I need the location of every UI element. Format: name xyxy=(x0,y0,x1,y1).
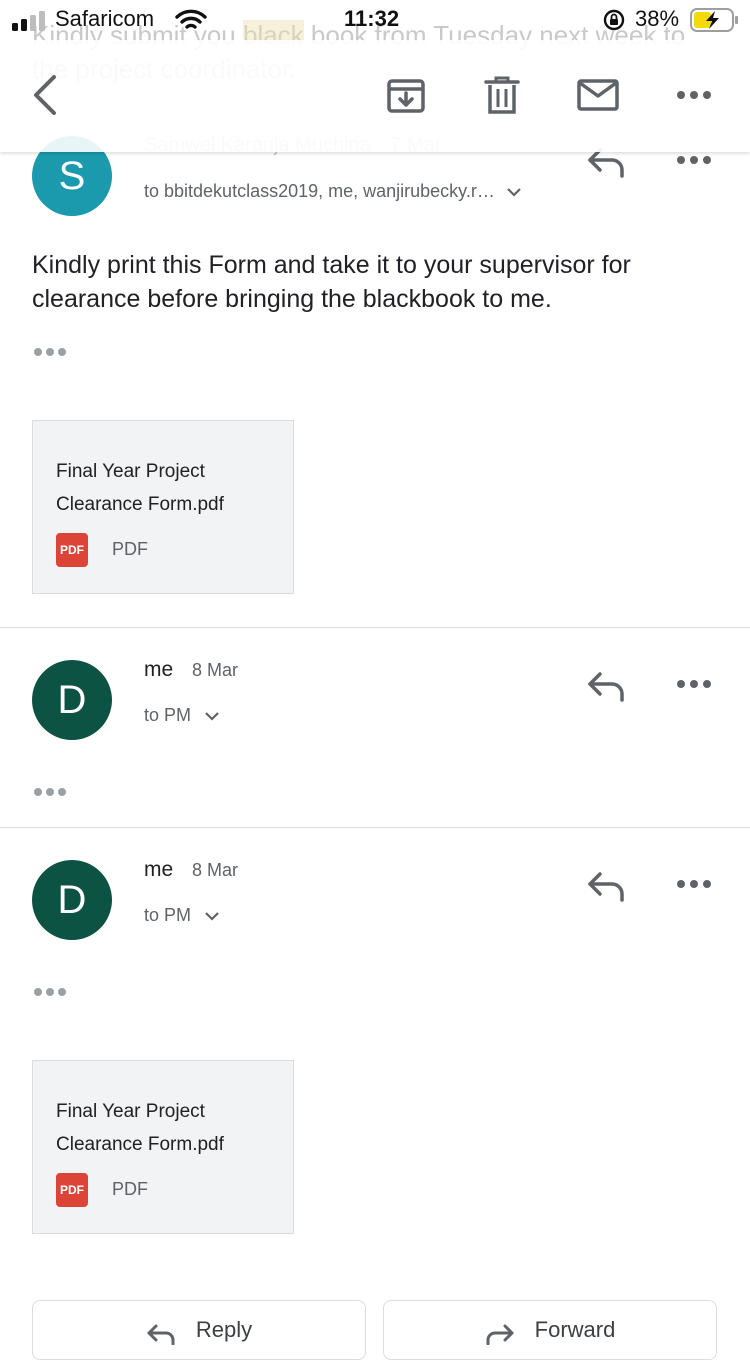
delete-icon xyxy=(484,76,520,114)
recipients-toggle[interactable]: to PM xyxy=(144,705,220,726)
forward-label: Forward xyxy=(534,1317,616,1342)
reply-button[interactable] xyxy=(584,664,628,708)
mail-icon xyxy=(577,79,619,111)
recipients-text: to PM xyxy=(144,705,192,725)
sender-name: me xyxy=(144,658,174,681)
reply-button[interactable] xyxy=(584,864,628,908)
message-divider xyxy=(0,627,750,628)
recipients-toggle[interactable]: to bbitdekutclass2019, me, wanjirubecky.… xyxy=(144,181,522,202)
chevron-down-icon xyxy=(205,912,219,921)
attachment-filename: Final Year Project Clearance Form.pdf xyxy=(56,461,224,515)
top-app-bar xyxy=(0,40,750,152)
more-icon xyxy=(677,880,711,888)
show-trimmed-content-button[interactable] xyxy=(34,784,74,800)
message-date: 8 Mar xyxy=(192,660,239,680)
show-trimmed-content-button[interactable] xyxy=(34,984,74,1000)
sender-name: me xyxy=(144,858,174,881)
clock: 11:32 xyxy=(344,6,400,31)
status-bar: Safaricom 11:32 38% xyxy=(0,0,750,40)
reply-icon xyxy=(588,672,624,702)
more-options-button[interactable] xyxy=(669,70,719,120)
attachment-type: PDF xyxy=(112,539,148,559)
message-date: 8 Mar xyxy=(192,860,239,880)
forward-icon xyxy=(486,1324,514,1345)
message-more-button[interactable] xyxy=(672,662,716,706)
more-icon xyxy=(677,680,711,688)
recipients-toggle[interactable]: to PM xyxy=(144,905,220,926)
chevron-down-icon xyxy=(205,712,219,721)
avatar-letter: D xyxy=(57,677,87,722)
pdf-icon: PDF xyxy=(56,533,88,567)
back-button[interactable] xyxy=(20,70,70,120)
message-divider xyxy=(0,827,750,828)
carrier-name: Safaricom xyxy=(55,6,155,31)
signal-icon xyxy=(12,11,45,31)
archive-icon xyxy=(387,79,425,113)
attachment-card[interactable]: Final Year Project Clearance Form.pdf PD… xyxy=(32,420,294,594)
message-body: Kindly print this Form and take it to yo… xyxy=(32,251,631,313)
show-trimmed-content-button[interactable] xyxy=(34,344,74,360)
reply-icon xyxy=(588,872,624,902)
back-arrow-icon xyxy=(34,75,56,115)
sender-avatar[interactable]: D xyxy=(32,860,112,940)
attachment-card[interactable]: Final Year Project Clearance Form.pdf PD… xyxy=(32,1060,294,1234)
pdf-icon: PDF xyxy=(56,1173,88,1207)
delete-button[interactable] xyxy=(477,70,527,120)
wifi-icon xyxy=(175,9,207,29)
mark-unread-button[interactable] xyxy=(573,70,623,120)
message-more-button[interactable] xyxy=(672,862,716,906)
more-icon xyxy=(677,91,711,99)
avatar-letter: D xyxy=(57,877,87,922)
avatar-letter: S xyxy=(58,153,86,198)
sender-avatar[interactable]: D xyxy=(32,660,112,740)
reply-all-button[interactable]: Reply xyxy=(32,1300,366,1360)
reply-icon xyxy=(147,1324,175,1345)
forward-button[interactable]: Forward xyxy=(383,1300,717,1360)
archive-button[interactable] xyxy=(381,70,431,120)
attachment-type: PDF xyxy=(112,1179,148,1199)
rotation-lock-icon xyxy=(603,9,625,31)
attachment-filename: Final Year Project Clearance Form.pdf xyxy=(56,1101,224,1155)
battery-percentage: 38% xyxy=(635,6,680,31)
recipients-text: to bbitdekutclass2019, me, wanjirubecky.… xyxy=(144,181,495,201)
chevron-down-icon xyxy=(507,188,521,197)
battery-charging-icon xyxy=(690,8,738,32)
more-icon xyxy=(677,156,711,164)
reply-label: Reply xyxy=(195,1317,253,1342)
recipients-text: to PM xyxy=(144,905,192,925)
